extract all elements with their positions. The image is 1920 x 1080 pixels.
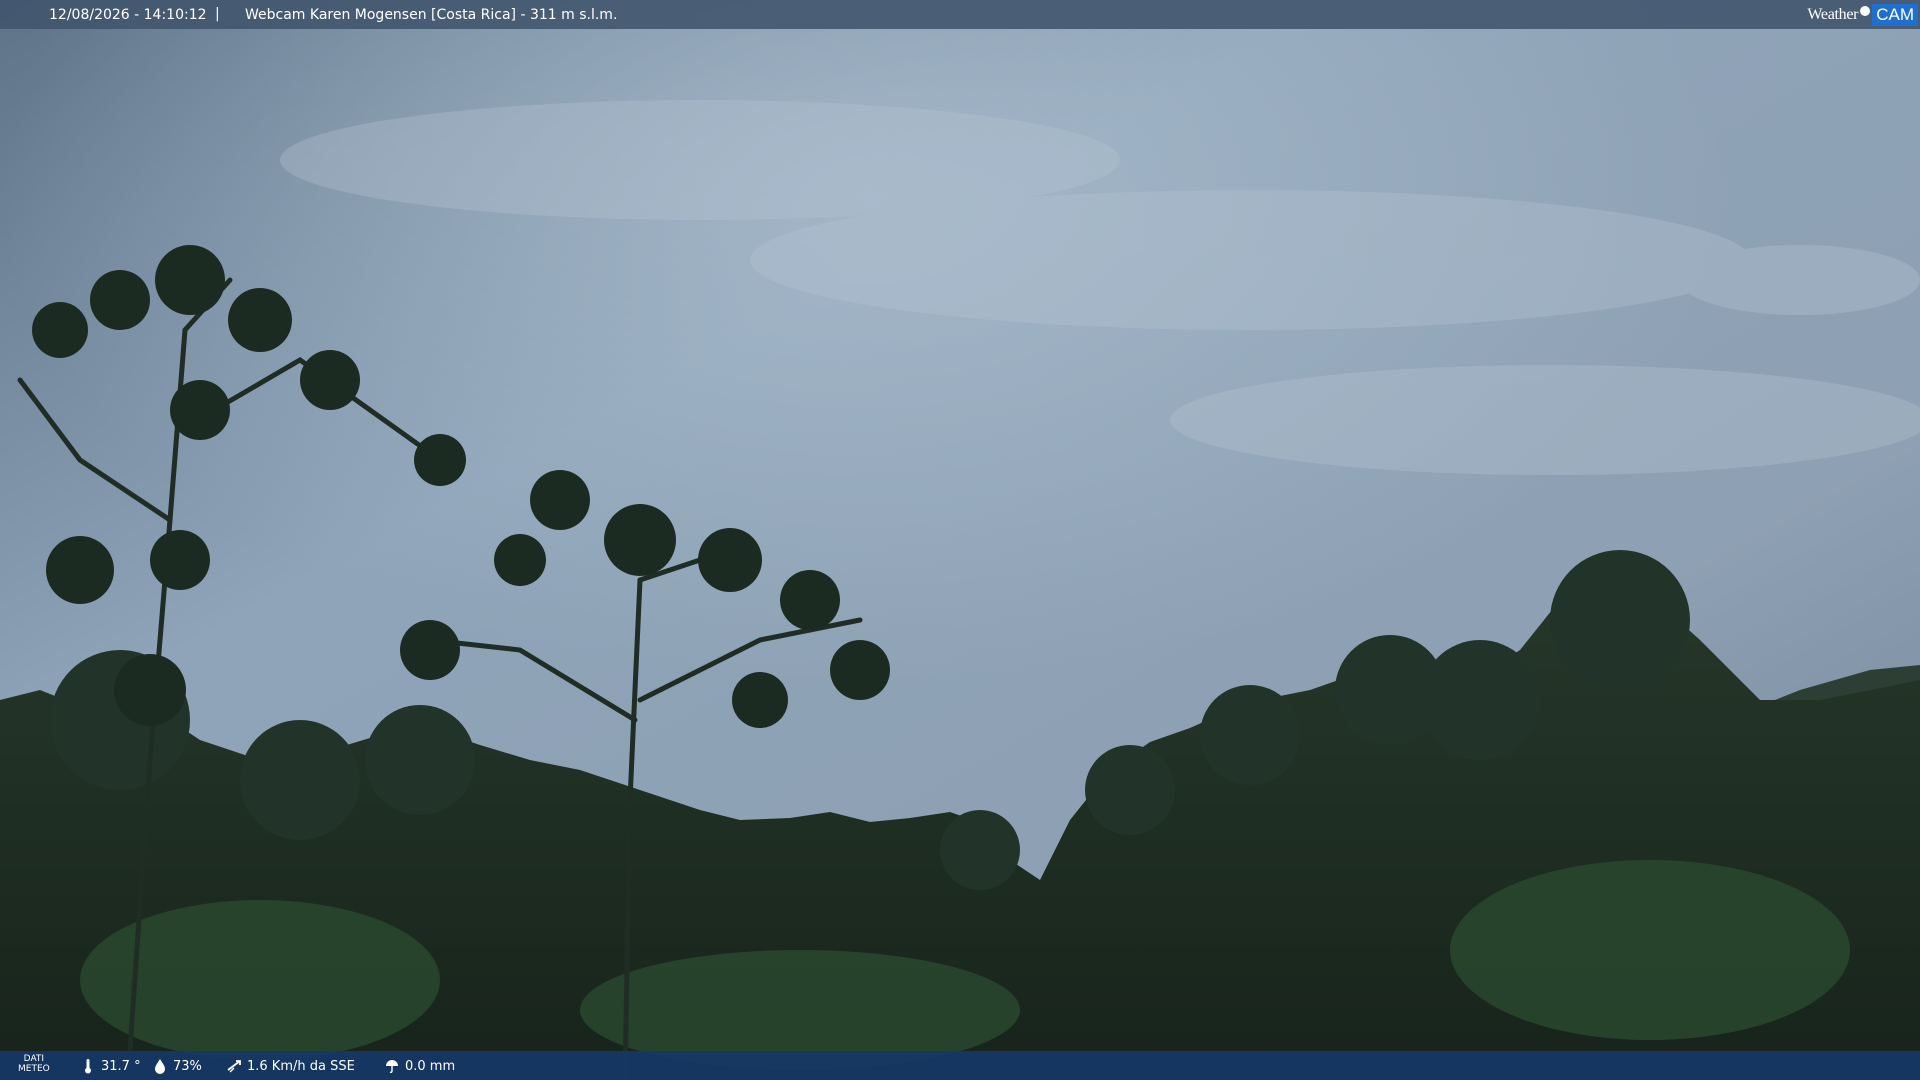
thermometer-icon: [85, 1059, 91, 1074]
logo-cam-text: CAM: [1872, 3, 1918, 26]
weathercam-logo[interactable]: Weather CAM: [1807, 2, 1918, 27]
webcam-image: [0, 0, 1920, 1080]
logo-dot-icon: [1860, 5, 1871, 16]
overlay-header: 12/08/2026 - 14:10:12 | Webcam Karen Mog…: [0, 0, 1920, 29]
header-separator: |: [215, 6, 220, 22]
temperature-readout: 31.7 °: [80, 1058, 141, 1074]
humidity-readout: 73%: [152, 1058, 202, 1074]
timestamp: 12/08/2026 - 14:10:12: [49, 7, 207, 23]
wind-value: 1.6 Km/h da SSE: [247, 1058, 355, 1074]
rain-readout: 0.0 mm: [384, 1058, 455, 1074]
wind-readout: 1.6 Km/h da SSE: [226, 1058, 355, 1074]
logo-weather-text: Weather: [1807, 5, 1859, 23]
humidity-value: 73%: [173, 1058, 202, 1074]
dati-meteo-label[interactable]: DATI METEO: [18, 1054, 50, 1074]
temperature-value: 31.7 °: [101, 1058, 141, 1074]
wind-icon: [227, 1060, 241, 1073]
weather-data-bar: DATI METEO 31.7 ° 73% 1.6 Km/h da SSE 0.…: [0, 1051, 1920, 1080]
humidity-icon: [155, 1059, 165, 1074]
rain-value: 0.0 mm: [405, 1058, 456, 1074]
webcam-title: Webcam Karen Mogensen [Costa Rica] - 311…: [245, 7, 618, 23]
rain-icon: [386, 1060, 398, 1074]
